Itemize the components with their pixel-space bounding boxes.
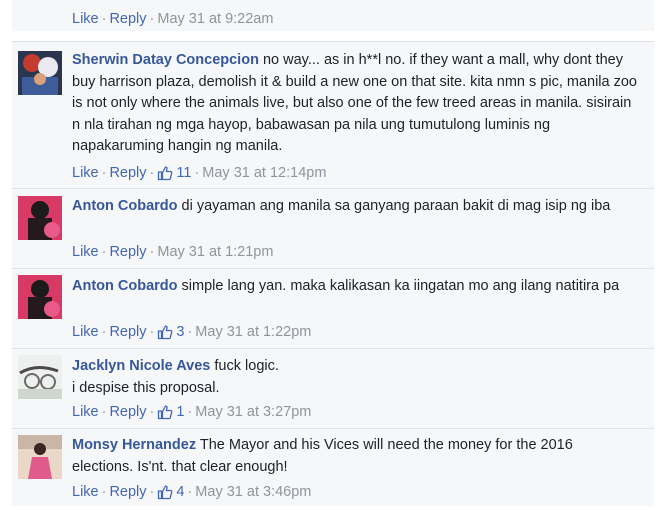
like-count[interactable]: 11 bbox=[157, 165, 191, 181]
partial-comment-actions: Like · Reply · May 31 at 9:22am bbox=[72, 9, 273, 29]
avatar-image bbox=[18, 435, 62, 479]
comment-text: simple lang yan. maka kalikasan ka iinga… bbox=[181, 278, 620, 294]
separator-dot: · bbox=[101, 244, 107, 260]
comment-body: Monsy Hernandez The Mayor and his Vices … bbox=[72, 435, 637, 478]
timestamp[interactable]: May 31 at 3:27pm bbox=[195, 404, 311, 420]
like-link[interactable]: Like bbox=[72, 244, 99, 260]
separator-dot: · bbox=[187, 324, 193, 340]
comment-body: Sherwin Datay Concepcion no way... as in… bbox=[72, 50, 637, 158]
avatar-image bbox=[18, 51, 62, 95]
separator-dot: · bbox=[101, 484, 107, 500]
like-link[interactable]: Like bbox=[72, 165, 99, 181]
comment-actions: Like · Reply · 11 · May 31 at 12:14pm bbox=[72, 163, 326, 183]
timestamp[interactable]: May 31 at 3:46pm bbox=[195, 484, 311, 500]
comment-body: Anton Cobardo simple lang yan. maka kali… bbox=[72, 276, 637, 298]
avatar-image bbox=[18, 355, 62, 399]
like-link[interactable]: Like bbox=[72, 11, 99, 27]
comment-author[interactable]: Sherwin Datay Concepcion bbox=[72, 52, 259, 68]
comment-body: Jacklyn Nicole Aves fuck logic. i despis… bbox=[72, 356, 637, 399]
separator-dot: · bbox=[194, 165, 200, 181]
timestamp[interactable]: May 31 at 1:21pm bbox=[157, 244, 273, 260]
separator-dot: · bbox=[101, 165, 107, 181]
like-count[interactable]: 1 bbox=[157, 404, 184, 420]
reply-link[interactable]: Reply bbox=[109, 11, 146, 27]
comment-item: Jacklyn Nicole Aves fuck logic. i despis… bbox=[12, 349, 654, 428]
reply-link[interactable]: Reply bbox=[109, 404, 146, 420]
timestamp[interactable]: May 31 at 1:22pm bbox=[195, 324, 311, 340]
reply-link[interactable]: Reply bbox=[109, 324, 146, 340]
separator-dot: · bbox=[149, 484, 155, 500]
separator-dot: · bbox=[149, 244, 155, 260]
comment-author[interactable]: Anton Cobardo bbox=[72, 198, 178, 214]
separator-dot: · bbox=[187, 484, 193, 500]
thumbs-up-icon bbox=[158, 405, 173, 420]
separator-dot: · bbox=[149, 324, 155, 340]
comment-item: Sherwin Datay Concepcion no way... as in… bbox=[12, 42, 654, 188]
like-link[interactable]: Like bbox=[72, 404, 99, 420]
reply-link[interactable]: Reply bbox=[109, 165, 146, 181]
comment-actions: Like · Reply · 3 · May 31 at 1:22pm bbox=[72, 322, 311, 342]
thumbs-up-icon bbox=[158, 166, 173, 181]
avatar-image bbox=[18, 196, 62, 240]
thumbs-up-icon bbox=[158, 325, 173, 340]
separator-dot: · bbox=[149, 11, 155, 27]
comment-author[interactable]: Monsy Hernandez bbox=[72, 437, 196, 453]
like-link[interactable]: Like bbox=[72, 484, 99, 500]
like-count[interactable]: 3 bbox=[157, 324, 184, 340]
comment-item: Monsy Hernandez The Mayor and his Vices … bbox=[12, 429, 654, 507]
like-count-value: 4 bbox=[176, 484, 185, 500]
avatar-image bbox=[18, 275, 62, 319]
separator-dot: · bbox=[101, 324, 107, 340]
reply-link[interactable]: Reply bbox=[109, 244, 146, 260]
separator-dot: · bbox=[101, 404, 107, 420]
like-count-value: 11 bbox=[176, 165, 192, 181]
like-count[interactable]: 4 bbox=[157, 484, 184, 500]
like-count-value: 1 bbox=[176, 404, 185, 420]
comment-author[interactable]: Anton Cobardo bbox=[72, 278, 178, 294]
separator-dot: · bbox=[149, 404, 155, 420]
separator-dot: · bbox=[101, 11, 107, 27]
thumbs-up-icon bbox=[158, 485, 173, 500]
comment-item: Anton Cobardo simple lang yan. maka kali… bbox=[12, 269, 654, 348]
avatar[interactable] bbox=[18, 435, 62, 479]
separator-dot: · bbox=[187, 404, 193, 420]
timestamp[interactable]: May 31 at 9:22am bbox=[157, 11, 273, 27]
like-link[interactable]: Like bbox=[72, 324, 99, 340]
avatar[interactable] bbox=[18, 196, 62, 240]
avatar[interactable] bbox=[18, 355, 62, 399]
comment-text: di yayaman ang manila sa ganyang paraan … bbox=[181, 198, 611, 214]
timestamp[interactable]: May 31 at 12:14pm bbox=[202, 165, 326, 181]
like-count-value: 3 bbox=[176, 324, 185, 340]
avatar[interactable] bbox=[18, 275, 62, 319]
comment-body: Anton Cobardo di yayaman ang manila sa g… bbox=[72, 196, 637, 218]
comment-author[interactable]: Jacklyn Nicole Aves bbox=[72, 358, 210, 374]
comment-item: Anton Cobardo di yayaman ang manila sa g… bbox=[12, 189, 654, 268]
avatar[interactable] bbox=[18, 51, 62, 95]
comment-actions: Like · Reply · May 31 at 1:21pm bbox=[72, 242, 273, 262]
reply-link[interactable]: Reply bbox=[109, 484, 146, 500]
comment-actions: Like · Reply · 4 · May 31 at 3:46pm bbox=[72, 482, 311, 502]
separator-dot: · bbox=[149, 165, 155, 181]
comment-actions: Like · Reply · 1 · May 31 at 3:27pm bbox=[72, 402, 311, 422]
